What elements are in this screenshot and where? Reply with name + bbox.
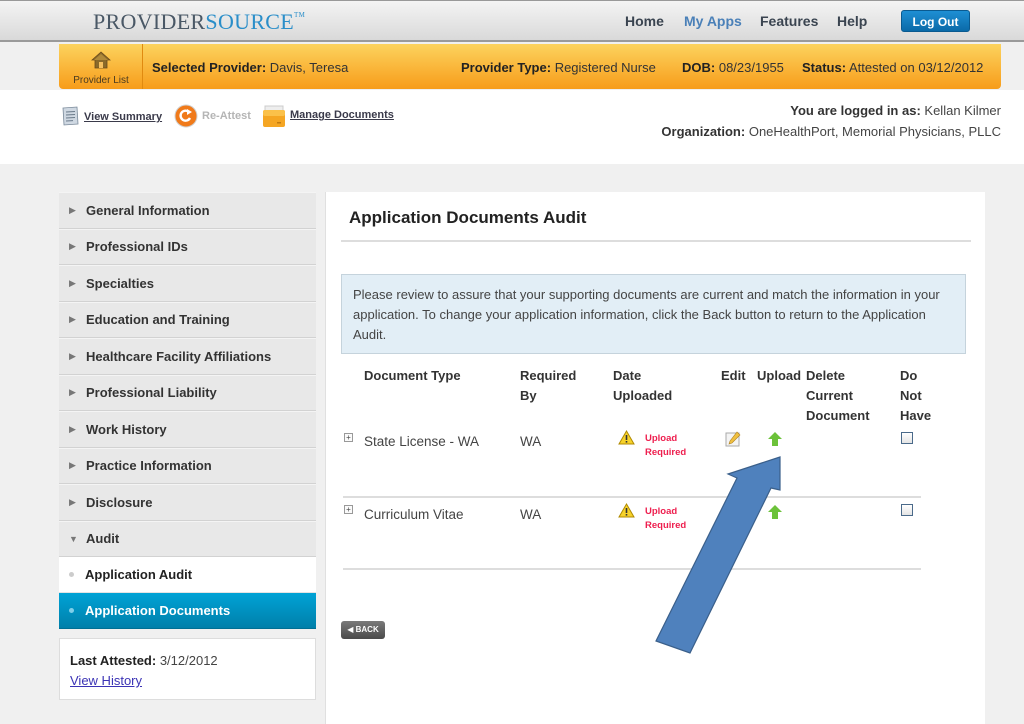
col-do-not-have: Do Not Have: [900, 368, 932, 423]
back-button[interactable]: ◀ BACK: [341, 621, 385, 639]
sidebar-item-education-and-training[interactable]: ▶ Education and Training: [59, 301, 316, 338]
provider-dob: DOB: 08/23/1955: [682, 60, 784, 75]
expand-triangle-icon: ▶: [69, 350, 76, 361]
expand-triangle-icon: ▶: [69, 204, 76, 215]
sidebar-item-general-information[interactable]: ▶ General Information: [59, 192, 316, 229]
bullet-icon: [69, 572, 74, 577]
sidebar-item-audit[interactable]: ▼ Audit: [59, 520, 316, 557]
upload-icon[interactable]: [768, 432, 782, 447]
view-summary-link[interactable]: View Summary: [84, 111, 162, 123]
logged-in-as: You are logged in as: Kellan Kilmer: [790, 103, 1001, 118]
selected-provider: Selected Provider: Davis, Teresa: [152, 60, 349, 75]
log-out-button[interactable]: Log Out: [901, 10, 970, 32]
warning-icon: [618, 430, 635, 445]
re-attest-icon: [174, 104, 198, 128]
sidebar-item-healthcare-facility-affiliations[interactable]: ▶ Healthcare Facility Affiliations: [59, 338, 316, 375]
view-history-link[interactable]: View History: [70, 673, 142, 688]
nav-features[interactable]: Features: [760, 13, 818, 29]
sidebar-item-specialties[interactable]: ▶ Specialties: [59, 265, 316, 302]
sidebar-nav: ▶ General Information ▶ Professional IDs ▶…: [59, 192, 316, 629]
col-required-by: Required By: [520, 368, 577, 403]
row-divider: [343, 496, 921, 498]
sidebar-item-practice-information[interactable]: ▶ Practice Information: [59, 447, 316, 484]
upload-status: Upload Required: [645, 433, 687, 458]
manage-documents-link[interactable]: Manage Documents: [290, 109, 394, 121]
edit-icon[interactable]: [725, 431, 741, 447]
sidebar-subitem-application-audit[interactable]: Application Audit: [59, 557, 316, 593]
user-info: You are logged in as: Kellan Kilmer Orga…: [661, 100, 1001, 142]
house-icon: [91, 51, 111, 69]
provider-status: Status: Attested on 03/12/2012: [802, 60, 984, 75]
last-attested-panel: Last Attested: 3/12/2012 View History: [59, 638, 316, 700]
info-message: Please review to assure that your suppor…: [341, 274, 966, 354]
sidebar-item-professional-ids[interactable]: ▶ Professional IDs: [59, 228, 316, 265]
row-divider: [343, 568, 921, 570]
sidebar-item-professional-liability[interactable]: ▶ Professional Liability: [59, 374, 316, 411]
expand-triangle-icon: ▶: [69, 460, 76, 471]
organization: Organization: OneHealthPort, Memorial Ph…: [661, 124, 1001, 139]
col-document-type: Document Type: [364, 368, 461, 383]
last-attested: Last Attested: 3/12/2012: [70, 653, 218, 668]
collapse-triangle-icon: ▼: [69, 533, 78, 544]
view-summary-icon: [62, 106, 79, 126]
nav-home[interactable]: Home: [625, 13, 664, 29]
col-delete-current-document: Delete Current Document: [806, 368, 870, 423]
col-upload: Upload: [757, 368, 802, 383]
expand-row-button[interactable]: +: [344, 505, 353, 514]
divider: [341, 240, 971, 242]
expand-row-button[interactable]: +: [344, 433, 353, 442]
page-title: Application Documents Audit: [349, 208, 587, 227]
upload-status: Upload Required: [645, 506, 687, 531]
warning-icon: [618, 503, 635, 518]
col-date-uploaded: Date Uploaded: [613, 368, 673, 403]
sidebar-subitem-application-documents[interactable]: Application Documents: [59, 593, 316, 629]
provider-list-button[interactable]: Provider List: [59, 44, 143, 89]
bullet-icon: [69, 608, 74, 613]
re-attest-button[interactable]: Re-Attest: [202, 110, 251, 122]
expand-triangle-icon: ▶: [69, 241, 76, 252]
document-type: Curriculum Vitae: [364, 507, 464, 522]
required-by: WA: [520, 507, 542, 522]
required-by: WA: [520, 434, 542, 449]
provider-type: Provider Type: Registered Nurse: [461, 60, 656, 75]
do-not-have-checkbox[interactable]: [901, 432, 913, 444]
nav-my-apps[interactable]: My Apps: [684, 13, 742, 29]
main-content: Application Documents Audit Please revie…: [325, 192, 985, 724]
manage-documents-folder-icon: [263, 105, 285, 127]
nav-help[interactable]: Help: [837, 13, 867, 29]
expand-triangle-icon: ▶: [69, 314, 76, 325]
do-not-have-checkbox[interactable]: [901, 504, 913, 516]
upload-icon[interactable]: [768, 505, 782, 520]
selected-provider-bar: Provider List Selected Provider: Davis, …: [59, 44, 1001, 89]
col-edit: Edit: [721, 368, 746, 383]
providersource-logo[interactable]: PROVIDERSOURCETM: [93, 9, 305, 35]
top-header: PROVIDERSOURCETM Home My Apps Features H…: [0, 0, 1024, 42]
sidebar-item-disclosure[interactable]: ▶ Disclosure: [59, 484, 316, 521]
expand-triangle-icon: ▶: [69, 277, 76, 288]
sidebar-item-work-history[interactable]: ▶ Work History: [59, 411, 316, 448]
expand-triangle-icon: ▶: [69, 423, 76, 434]
document-type: State License - WA: [364, 434, 480, 449]
expand-triangle-icon: ▶: [69, 387, 76, 398]
expand-triangle-icon: ▶: [69, 496, 76, 507]
